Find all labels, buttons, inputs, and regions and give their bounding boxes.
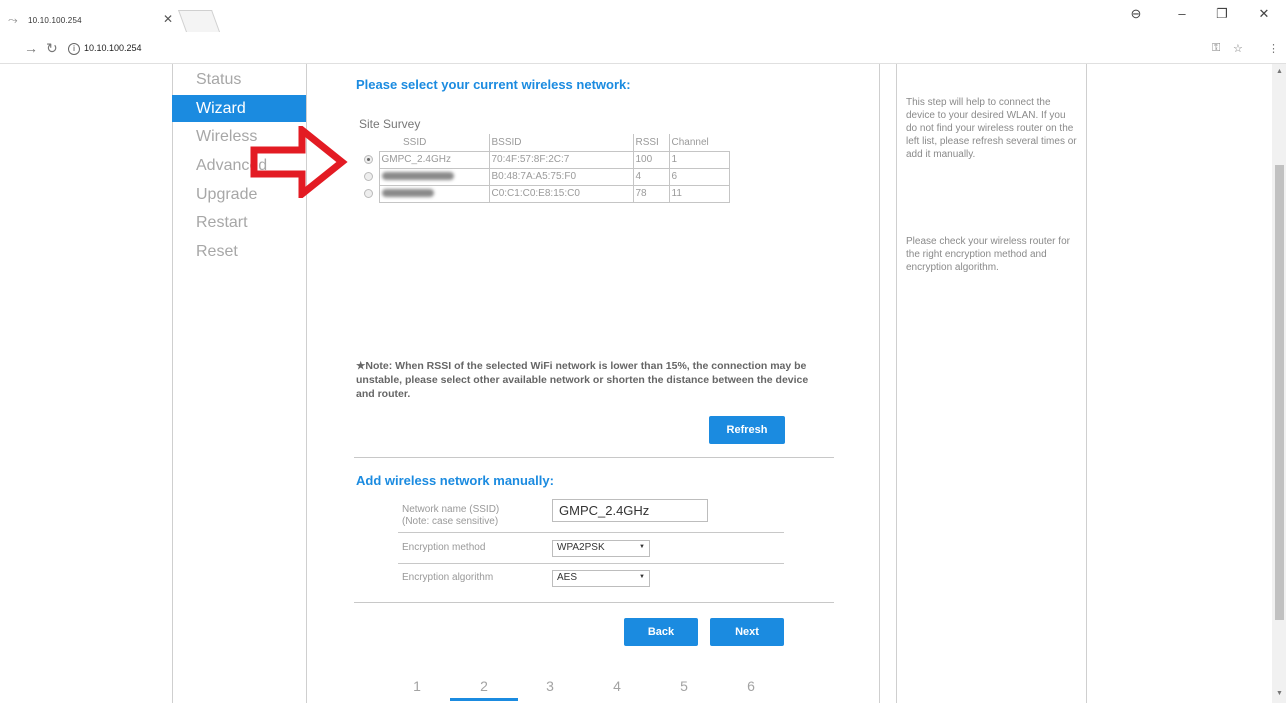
channel-cell: 1: [668, 150, 730, 169]
scroll-down-icon[interactable]: ▼: [1276, 690, 1283, 697]
ssid-input[interactable]: [552, 499, 708, 522]
column-header-bssid: BSSID: [489, 134, 634, 152]
channel-cell: 6: [668, 167, 730, 186]
column-header-ssid: SSID: [379, 134, 490, 152]
table-row[interactable]: B0:48:7A:A5:75:F0 4 6: [359, 167, 730, 186]
select-network-heading: Please select your current wireless netw…: [356, 77, 631, 92]
table-header-spacer: [359, 134, 379, 151]
encryption-method-select[interactable]: WPA2PSK ▼: [552, 540, 650, 557]
minimize-icon[interactable]: –: [1170, 6, 1194, 21]
bssid-cell: 70:4F:57:8F:2C:7: [488, 150, 634, 169]
browser-tab[interactable]: ⤳ 10.10.100.254 ✕: [6, 6, 186, 34]
profile-icon[interactable]: ⊖: [1124, 6, 1148, 22]
encryption-method-label: Encryption method: [402, 542, 486, 553]
table-header-row: SSID BSSID RSSI Channel: [359, 134, 729, 152]
back-button[interactable]: Back: [624, 618, 698, 646]
new-tab-button[interactable]: [177, 10, 221, 32]
tab-close-icon[interactable]: ✕: [163, 12, 173, 26]
step-3[interactable]: 3: [540, 678, 560, 694]
browser-menu-icon[interactable]: ⋮: [1268, 42, 1279, 55]
scroll-up-icon[interactable]: ▲: [1276, 68, 1283, 75]
help-left-border: [896, 64, 897, 703]
channel-cell: 11: [668, 184, 730, 203]
menu-item-wizard[interactable]: Wizard: [172, 95, 306, 122]
bookmark-star-icon[interactable]: ☆: [1233, 42, 1243, 55]
content-divider: [879, 64, 880, 703]
redacted-ssid: [381, 189, 434, 198]
url-field[interactable]: 10.10.100.254: [84, 43, 142, 53]
step-1[interactable]: 1: [407, 678, 427, 694]
help-paragraph-2: Please check your wireless router for th…: [906, 236, 1070, 273]
radio-unselected-icon[interactable]: [364, 171, 374, 181]
encryption-method-value: WPA2PSK: [557, 542, 605, 553]
encryption-algorithm-select[interactable]: AES ▼: [552, 570, 650, 587]
column-header-rssi: RSSI: [633, 134, 670, 152]
tab-strip: ⤳ 10.10.100.254 ✕ ⊖ – ❐ ✕: [0, 0, 1286, 36]
help-paragraph-1: This step will help to connect the devic…: [906, 97, 1077, 160]
bssid-cell: B0:48:7A:A5:75:F0: [488, 167, 634, 186]
step-4[interactable]: 4: [607, 678, 627, 694]
scrollbar-thumb[interactable]: [1275, 165, 1284, 620]
ssid-cell: GMPC_2.4GHz: [378, 150, 490, 169]
menu-item-reset[interactable]: Reset: [172, 238, 306, 265]
menu-item-status[interactable]: Status: [172, 66, 306, 93]
encryption-algorithm-label: Encryption algorithm: [402, 572, 494, 583]
rssi-note: ★Note: When RSSI of the selected WiFi ne…: [356, 360, 809, 400]
table-row[interactable]: GMPC_2.4GHz 70:4F:57:8F:2C:7 100 1: [359, 150, 730, 169]
menu-item-restart[interactable]: Restart: [172, 209, 306, 236]
encryption-algorithm-value: AES: [557, 572, 578, 583]
current-step-indicator: [450, 698, 518, 701]
red-arrow-annotation: [250, 126, 348, 198]
forward-icon[interactable]: →: [24, 40, 38, 56]
network-radio-2[interactable]: [359, 168, 379, 185]
manual-network-heading: Add wireless network manually:: [356, 473, 554, 488]
dropdown-arrow-icon: ▼: [639, 574, 645, 580]
rssi-cell: 100: [632, 150, 670, 169]
network-radio-3[interactable]: [359, 185, 379, 202]
redacted-ssid: [381, 172, 454, 181]
site-info-icon[interactable]: i: [68, 43, 80, 55]
page-favicon-icon: ⤳: [8, 13, 18, 27]
window-close-icon[interactable]: ✕: [1252, 6, 1276, 22]
key-icon[interactable]: ⚿: [1212, 42, 1220, 55]
help-right-border: [1086, 64, 1087, 703]
site-survey-label: Site Survey: [359, 117, 421, 131]
refresh-button[interactable]: Refresh: [709, 416, 785, 444]
table-row[interactable]: C0:C1:C0:E8:15:C0 78 11: [359, 184, 730, 203]
restore-icon[interactable]: ❐: [1210, 6, 1234, 22]
step-5[interactable]: 5: [674, 678, 694, 694]
section-divider: [354, 457, 834, 458]
reload-icon[interactable]: ↻: [46, 40, 58, 57]
form-row-divider: [398, 563, 784, 564]
ssid-cell-redacted: [378, 184, 490, 203]
next-button[interactable]: Next: [710, 618, 784, 646]
rssi-cell: 4: [632, 167, 670, 186]
step-2[interactable]: 2: [474, 678, 494, 694]
column-header-channel: Channel: [669, 134, 729, 152]
ssid-cell-redacted: [378, 167, 490, 186]
dropdown-arrow-icon: ▼: [639, 544, 645, 550]
step-6[interactable]: 6: [741, 678, 761, 694]
form-row-divider: [398, 532, 784, 533]
site-survey-table: SSID BSSID RSSI Channel GMPC_2.4GHz 70:4…: [359, 134, 730, 203]
rssi-cell: 78: [632, 184, 670, 203]
radio-selected-icon[interactable]: [364, 154, 374, 164]
ssid-field-label: Network name (SSID): [402, 504, 500, 515]
section-divider: [354, 602, 834, 603]
network-radio-1[interactable]: [359, 151, 379, 168]
tab-title: 10.10.100.254: [28, 15, 82, 25]
radio-unselected-icon[interactable]: [364, 188, 374, 198]
address-bar: → ↻ i 10.10.100.254 ⚿ ☆ ⋮: [0, 36, 1286, 64]
ssid-field-note: (Note: case sensitive): [402, 516, 499, 527]
bssid-cell: C0:C1:C0:E8:15:C0: [488, 184, 634, 203]
